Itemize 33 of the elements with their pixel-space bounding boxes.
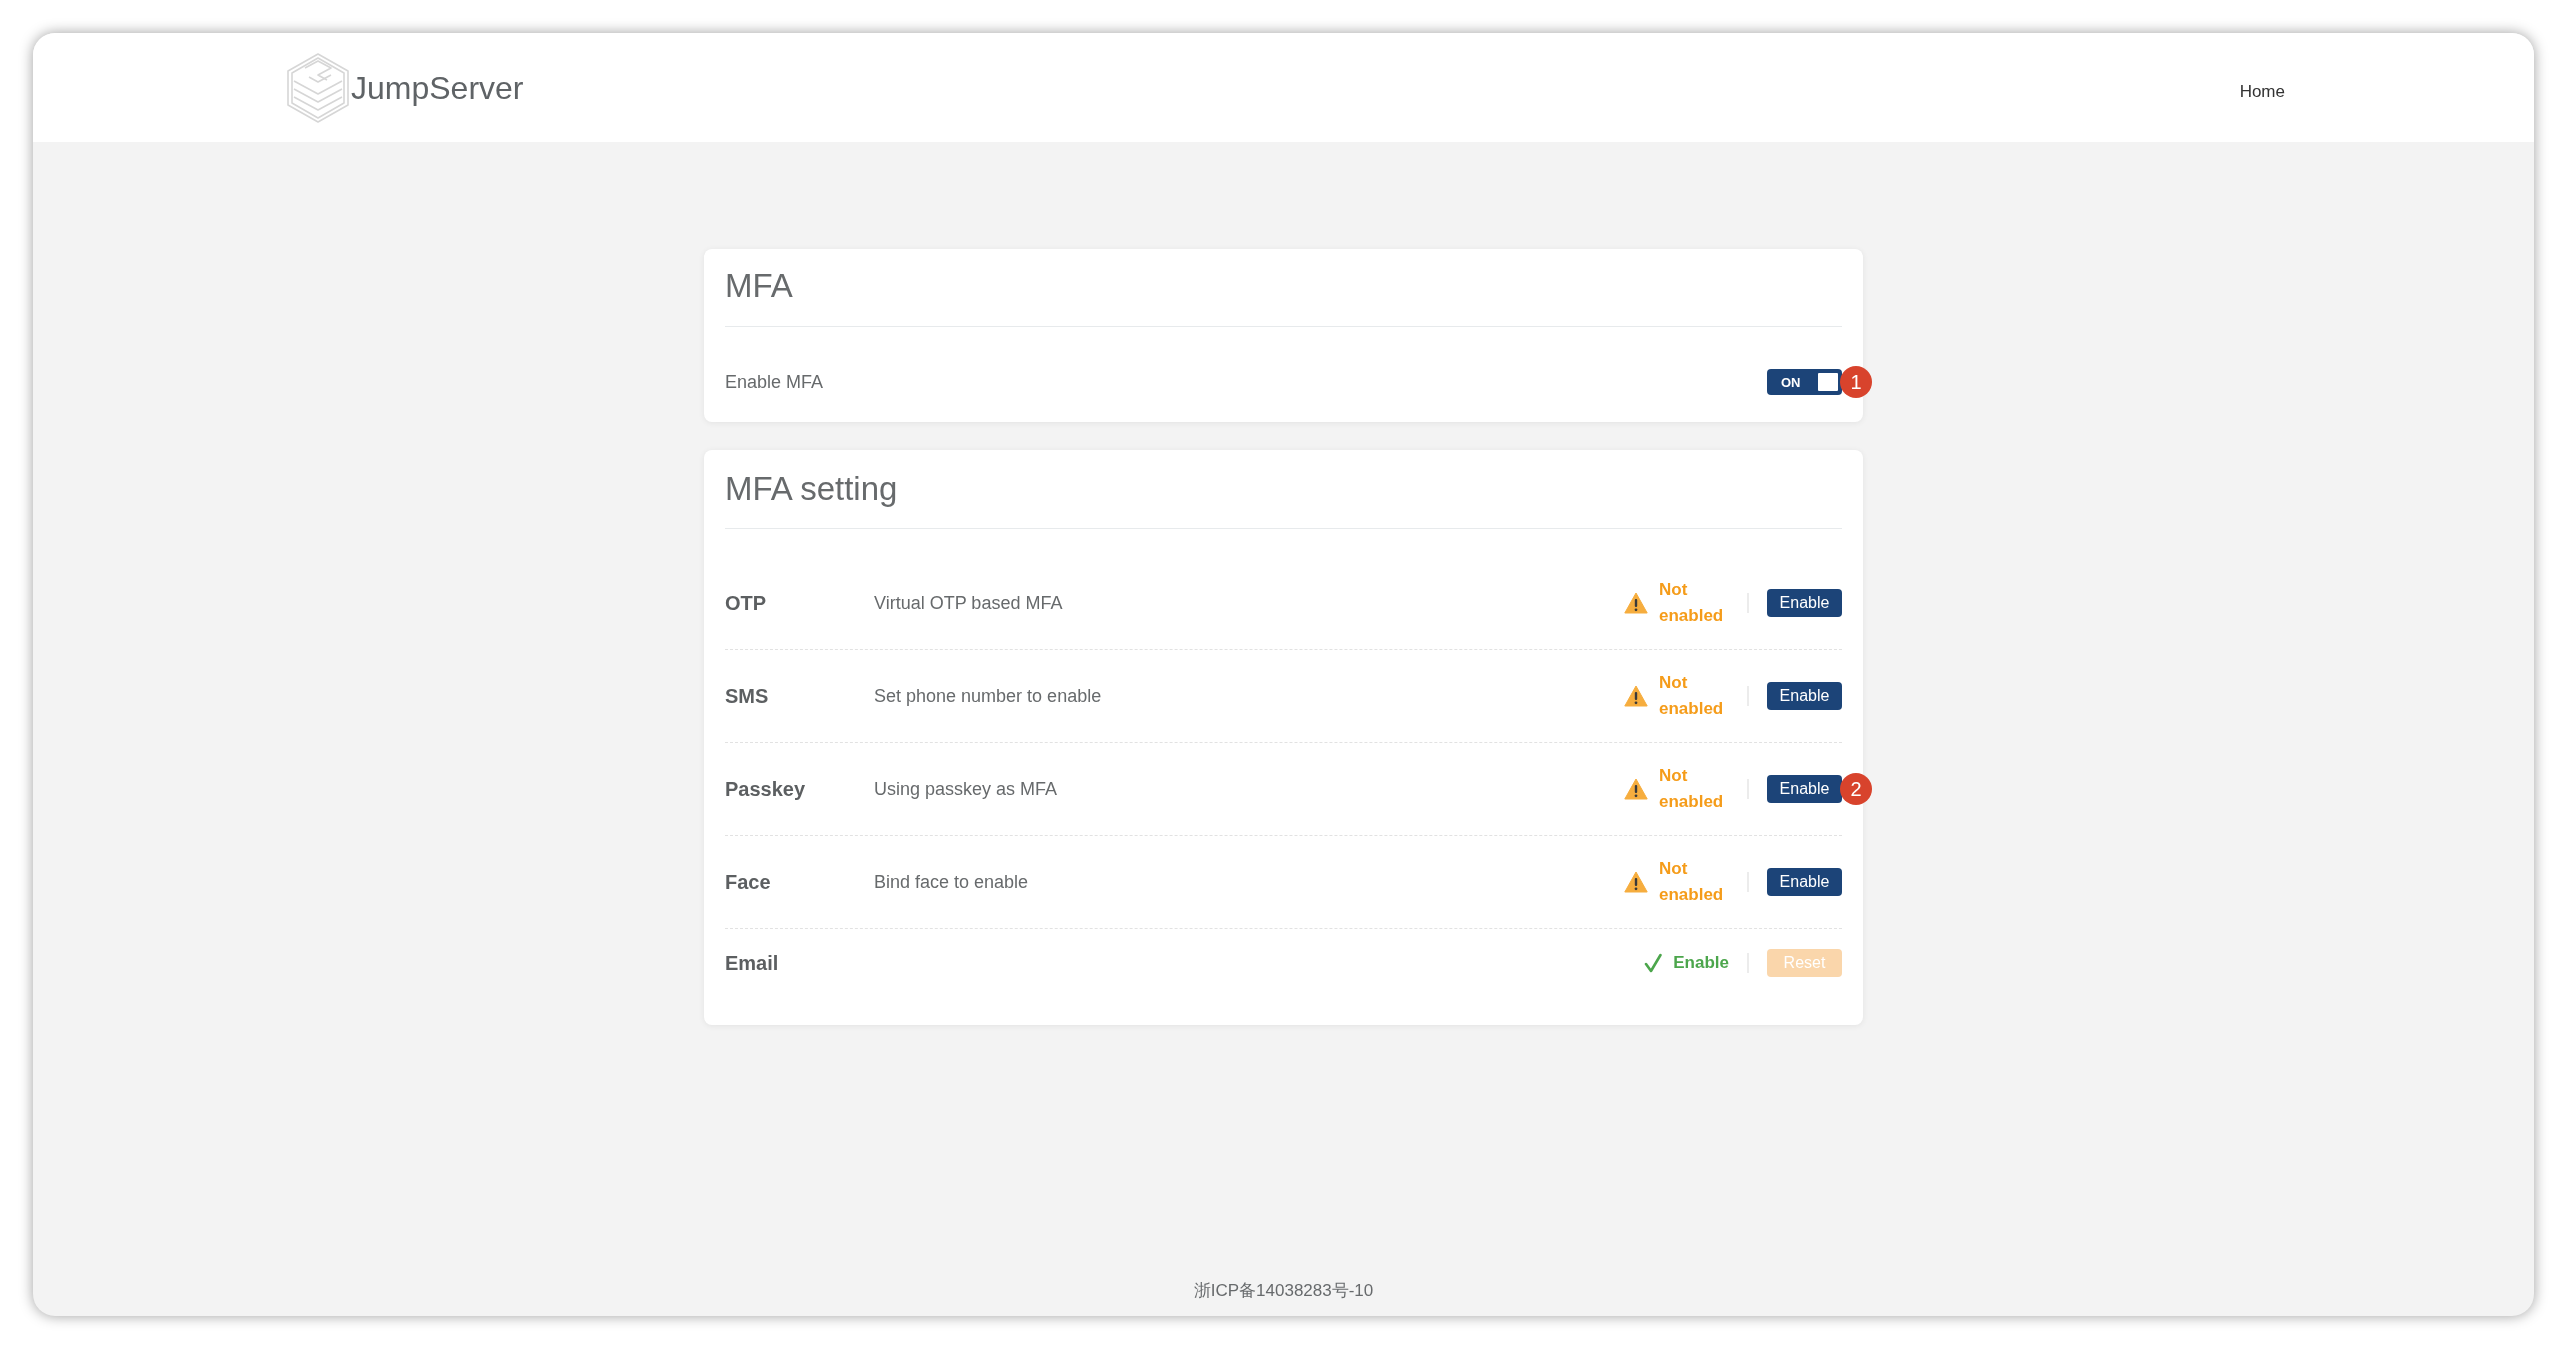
- warning-icon: [1624, 871, 1648, 893]
- method-name: OTP: [725, 591, 768, 616]
- warning-icon: [1624, 592, 1648, 614]
- method-description: Set phone number to enable: [874, 686, 1102, 706]
- card-title: MFA: [725, 266, 794, 306]
- method-description: Using passkey as MFA: [874, 779, 1058, 799]
- nav-link[interactable]: Home: [2239, 83, 2285, 100]
- logo-text: JumpServer: [351, 71, 524, 104]
- status-text: Not enabled: [1659, 765, 1725, 813]
- status-text: Not enabled: [1659, 579, 1725, 627]
- method-name: Face: [725, 870, 772, 895]
- method-name: Passkey: [725, 777, 807, 802]
- enable-button[interactable]: Enable: [1767, 589, 1842, 617]
- number-badge: 2: [1840, 773, 1872, 805]
- status-text: Enable: [1673, 952, 1729, 974]
- status-text: Not enabled: [1659, 858, 1725, 906]
- card-title: MFA setting: [725, 469, 899, 509]
- method-name: Email: [725, 951, 780, 976]
- method-name: SMS: [725, 684, 770, 709]
- setting-label: Enable MFA: [725, 373, 824, 391]
- enable-button[interactable]: Enable: [1767, 775, 1842, 803]
- method-description: Bind face to enable: [874, 872, 1029, 892]
- warning-icon: [1624, 685, 1648, 707]
- footer-text: 浙ICP备14038283号-10: [1193, 1280, 1374, 1300]
- enable-button[interactable]: Enable: [1767, 682, 1842, 710]
- method-description: Virtual OTP based MFA: [874, 593, 1063, 613]
- toggle-switch[interactable]: ON: [1767, 369, 1842, 395]
- warning-icon: [1624, 778, 1648, 800]
- status-text: Not enabled: [1659, 672, 1725, 720]
- enable-button[interactable]: Enable: [1767, 868, 1842, 896]
- hexagon-cube-logo-icon: [287, 52, 349, 123]
- number-badge: 1: [1840, 366, 1872, 398]
- check-icon: [1644, 953, 1663, 973]
